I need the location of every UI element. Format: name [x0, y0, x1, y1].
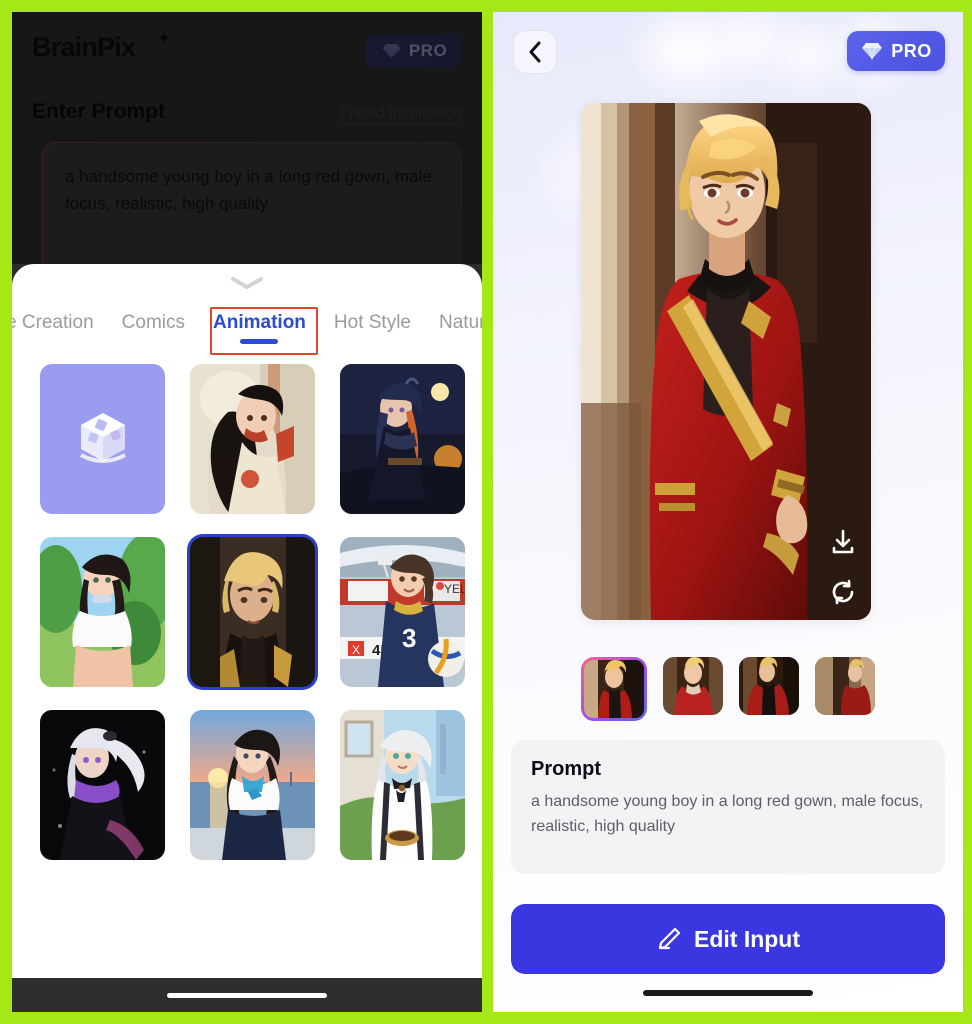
style-tile-summer-park-girl[interactable]	[40, 537, 165, 687]
enter-prompt-label: Enter Prompt	[32, 100, 166, 123]
style-tile-white-hair-barista[interactable]	[340, 710, 465, 860]
style-tile-moonlight-warrior[interactable]	[340, 364, 465, 514]
style-thumb	[40, 364, 165, 514]
tab-label: Hot Style	[333, 312, 411, 333]
home-indicator[interactable]	[167, 992, 327, 998]
download-icon[interactable]	[829, 528, 857, 556]
style-thumb	[190, 364, 315, 514]
image-actions	[829, 528, 857, 606]
home-indicator[interactable]	[643, 990, 813, 996]
screenshot-frame: BrainPix ✦ PRO Enter Prompt I need inspi…	[0, 0, 972, 1024]
edit-input-label: Edit Input	[693, 925, 801, 952]
style-thumb	[40, 710, 165, 860]
style-tile-white-hair-mage[interactable]	[40, 710, 165, 860]
thumb-image	[584, 660, 644, 718]
style-tile-sunset-sailor[interactable]	[190, 710, 315, 860]
generated-image[interactable]	[581, 103, 871, 620]
generated-image-art	[581, 103, 871, 620]
left-header: BrainPix ✦ PRO	[12, 12, 482, 82]
left-home-bar	[12, 978, 482, 1012]
style-picker-sheet: e Creation Comics Animation Hot Style Na…	[12, 264, 482, 1012]
need-inspiration-link[interactable]: I need inspiration	[340, 105, 462, 123]
svg-text:3: 3	[402, 623, 416, 653]
diamond-icon	[382, 44, 401, 58]
result-thumb-3[interactable]	[739, 657, 799, 715]
left-phone-panel: BrainPix ✦ PRO Enter Prompt I need inspi…	[12, 12, 482, 1012]
thumb-image	[815, 657, 875, 715]
sparkle-icon: ✦	[157, 29, 172, 48]
tab-label: Animation	[213, 312, 306, 333]
pencil-icon	[658, 927, 681, 950]
tab-hot-style[interactable]: Hot Style	[320, 308, 425, 346]
tab-label: Natural	[439, 312, 482, 333]
back-button[interactable]	[513, 30, 557, 74]
chevron-left-icon	[529, 41, 541, 63]
right-home-bar	[493, 974, 963, 1012]
thumb-image	[663, 657, 723, 715]
tab-animation[interactable]: Animation	[199, 308, 320, 346]
active-tab-indicator	[240, 339, 279, 344]
refresh-icon[interactable]	[829, 578, 857, 606]
prompt-card-title: Prompt	[531, 758, 601, 780]
result-thumbnail-strip	[493, 657, 963, 721]
tab-label: e Creation	[12, 312, 94, 333]
style-tile-kimono-girl[interactable]	[190, 364, 315, 514]
enter-prompt-row: Enter Prompt I need inspiration	[32, 100, 462, 124]
pro-label: PRO	[891, 40, 932, 61]
pro-label: PRO	[408, 41, 448, 60]
svg-text:YEL: YEL	[444, 582, 465, 596]
style-thumb	[190, 710, 315, 860]
pro-badge[interactable]: PRO	[847, 31, 945, 71]
svg-text:X: X	[352, 643, 360, 657]
edit-input-button[interactable]: Edit Input	[511, 904, 945, 974]
style-grid: YEL X 45 3	[12, 364, 482, 860]
result-thumb-2[interactable]	[663, 657, 723, 715]
sheet-drag-handle[interactable]	[12, 276, 482, 290]
right-phone-panel: PRO Prompt a handsome young boy in a lon…	[493, 12, 963, 1012]
style-tile-blonde-knight[interactable]	[190, 537, 315, 687]
result-thumb-1[interactable]	[581, 657, 647, 721]
thumb-image	[739, 657, 799, 715]
prompt-input-value: a handsome young boy in a long red gown,…	[65, 167, 432, 214]
style-thumb	[40, 537, 165, 687]
app-logo: BrainPix	[32, 32, 136, 62]
style-tile-volleyball-girl[interactable]: YEL X 45 3	[340, 537, 465, 687]
style-tile-random[interactable]	[40, 364, 165, 514]
style-thumb	[340, 710, 465, 860]
prompt-card-text: a handsome young boy in a long red gown,…	[531, 793, 924, 835]
tab-label: Comics	[121, 312, 186, 333]
style-thumb	[190, 537, 315, 687]
right-header: PRO	[493, 12, 963, 88]
style-thumb: YEL X 45 3	[340, 537, 465, 687]
dice-icon	[79, 413, 126, 463]
pro-badge[interactable]: PRO	[366, 34, 462, 68]
tab-creation[interactable]: e Creation	[12, 308, 108, 346]
diamond-icon	[862, 42, 883, 60]
prompt-card: Prompt a handsome young boy in a long re…	[511, 740, 945, 874]
tab-natural[interactable]: Natural	[425, 308, 482, 346]
tab-comics[interactable]: Comics	[108, 308, 199, 346]
style-category-tabs: e Creation Comics Animation Hot Style Na…	[12, 308, 482, 346]
chevron-down-icon	[231, 277, 263, 289]
style-thumb	[340, 364, 465, 514]
result-thumb-4[interactable]	[815, 657, 875, 715]
